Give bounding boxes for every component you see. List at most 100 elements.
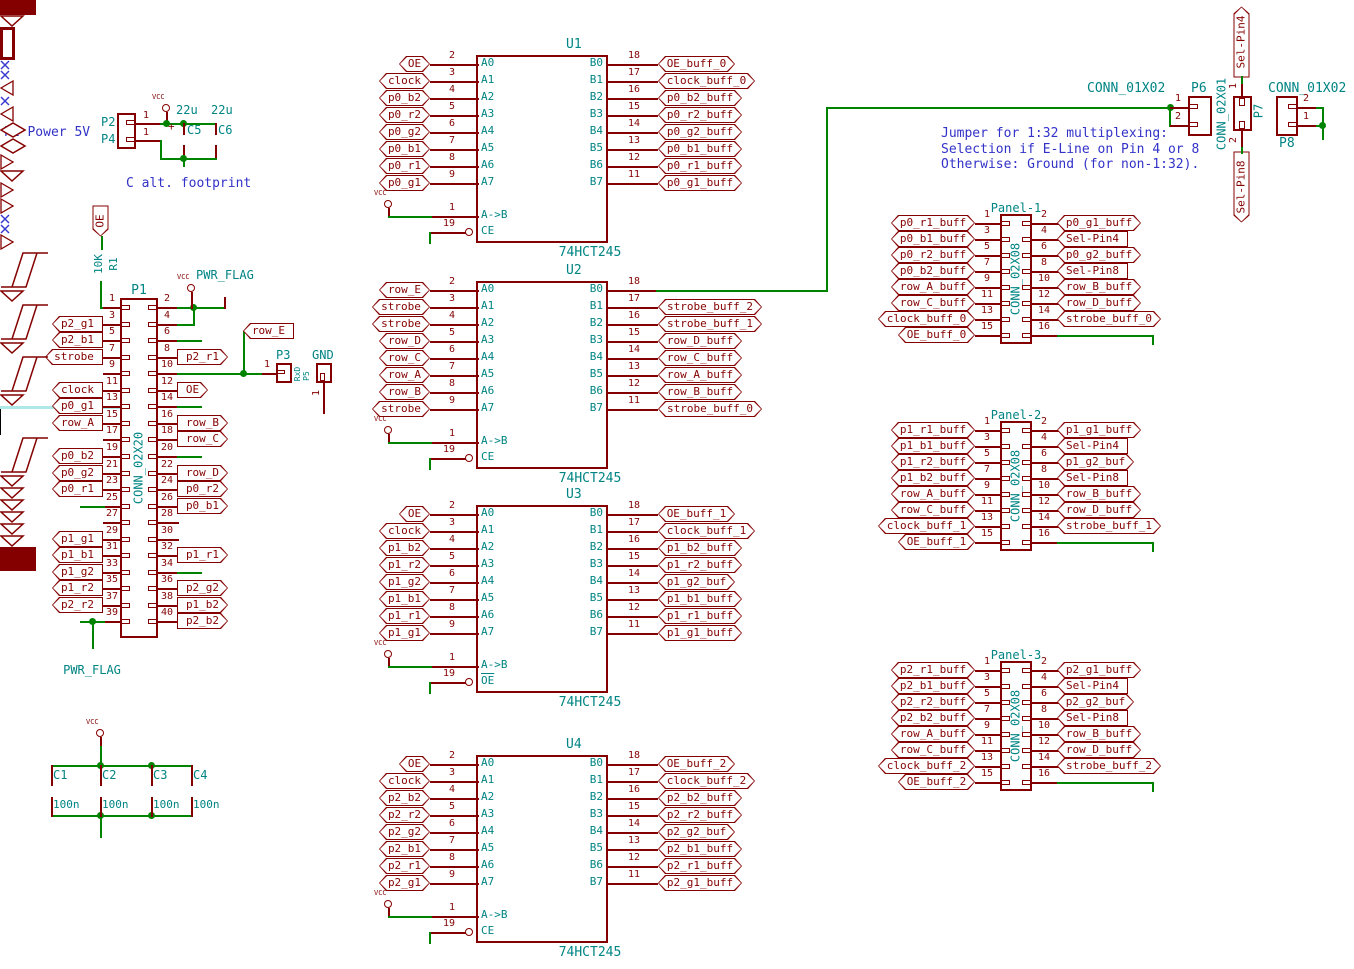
capacitor-value[interactable]: 100n (102, 799, 129, 811)
global-label[interactable]: p2_g2_buf (1057, 694, 1134, 710)
global-label[interactable]: Sel-Pin8 (1234, 152, 1250, 223)
global-label[interactable]: p0_r2_buff (891, 247, 975, 263)
global-label[interactable]: p0_b2_buff (891, 263, 975, 279)
global-label[interactable]: row_A (379, 367, 430, 383)
global-label[interactable]: strobe (372, 316, 430, 332)
connector-p8[interactable] (1276, 96, 1298, 136)
global-label[interactable]: row_D_buff (1057, 502, 1141, 518)
capacitor-value[interactable]: 22u (211, 104, 233, 117)
global-label[interactable]: p0_g2 (379, 124, 430, 140)
note-jumper-line[interactable]: Selection if E-Line on Pin 4 or 8 (941, 143, 1199, 157)
global-label[interactable]: row_D_buff (1057, 742, 1141, 758)
global-label[interactable]: Sel-Pin4 (1057, 678, 1128, 694)
global-label[interactable]: OE (399, 756, 430, 772)
resistor-r1[interactable] (0, 27, 15, 60)
global-label[interactable]: clock (52, 382, 103, 398)
global-label[interactable]: p1_b1 (52, 547, 103, 563)
global-label[interactable]: row_A_buff (658, 367, 742, 383)
global-label[interactable]: p0_g2_buff (1057, 247, 1141, 263)
global-label[interactable]: strobe_buff_1 (1057, 518, 1161, 534)
global-label[interactable]: p1_g2_buf (1057, 454, 1134, 470)
global-label[interactable]: row_B_buff (1057, 726, 1141, 742)
global-label[interactable]: p0_g1_buff (1057, 215, 1141, 231)
capacitor-value[interactable]: 100n (153, 799, 180, 811)
global-label[interactable]: clock_buff_0 (658, 73, 755, 89)
global-label[interactable]: p0_r1_buff (891, 215, 975, 231)
global-label[interactable]: Sel-Pin4 (1057, 231, 1128, 247)
global-label[interactable]: clock_buff_1 (878, 518, 975, 534)
global-label[interactable]: p0_g2 (52, 465, 103, 481)
global-label[interactable]: OE_buff_2 (658, 756, 735, 772)
capacitor-ref[interactable]: C5 (187, 124, 201, 137)
note-jumper-line[interactable]: Otherwise: Ground (for non-1:32). (941, 158, 1199, 172)
capacitor-ref[interactable]: C6 (218, 124, 232, 137)
global-label[interactable]: p2_b1_buff (658, 841, 742, 857)
global-label[interactable]: row_E (379, 282, 430, 298)
global-label[interactable]: clock (379, 773, 430, 789)
global-label[interactable]: clock (379, 523, 430, 539)
capacitor-value[interactable]: 100n (193, 799, 220, 811)
global-label[interactable]: p1_b2 (379, 540, 430, 556)
global-label[interactable]: p1_r1 (379, 608, 430, 624)
global-label[interactable]: row_C_buff (891, 742, 975, 758)
global-label[interactable]: p2_g2 (379, 824, 430, 840)
global-label[interactable]: p2_b2 (379, 790, 430, 806)
global-label[interactable]: OE_buff_0 (658, 56, 735, 72)
global-label[interactable]: p2_g2 (177, 580, 228, 596)
global-label[interactable]: p1_g1_buff (658, 625, 742, 641)
global-label[interactable]: p2_r2 (52, 597, 103, 613)
global-label[interactable]: strobe_buff_2 (658, 299, 762, 315)
global-label[interactable]: row_D (379, 333, 430, 349)
global-label[interactable]: row_A_buff (891, 726, 975, 742)
global-label[interactable]: OE (177, 382, 208, 398)
global-label[interactable]: row_C (177, 431, 228, 447)
global-label[interactable]: row_C_buff (658, 350, 742, 366)
global-label[interactable]: p2_g1_buff (1057, 662, 1141, 678)
global-label[interactable]: p0_r1 (379, 158, 430, 174)
global-label[interactable]: p2_g1 (52, 316, 103, 332)
global-label[interactable]: strobe_buff_1 (658, 316, 762, 332)
global-label[interactable]: row_A_buff (891, 279, 975, 295)
global-label[interactable]: clock (379, 73, 430, 89)
global-label[interactable]: p2_b1 (379, 841, 430, 857)
global-label[interactable]: p2_b1_buff (891, 678, 975, 694)
global-label[interactable]: Sel-Pin4 (1234, 7, 1250, 78)
capacitor-ref[interactable]: C4 (193, 769, 207, 782)
global-label[interactable]: p1_b1_buff (891, 438, 975, 454)
global-label[interactable]: p1_b2 (177, 597, 228, 613)
global-label[interactable]: p0_g2_buff (658, 124, 742, 140)
global-label[interactable]: p2_r1 (177, 349, 228, 365)
global-label[interactable]: row_B (177, 415, 228, 431)
global-label[interactable]: p1_r2_buff (658, 557, 742, 573)
global-label[interactable]: p0_b2_buff (658, 90, 742, 106)
global-label[interactable]: row_B_buff (1057, 486, 1141, 502)
global-label[interactable]: p2_b2_buff (658, 790, 742, 806)
global-label[interactable]: p1_r2 (379, 557, 430, 573)
global-label[interactable]: row_D_buff (658, 333, 742, 349)
global-label[interactable]: OE (399, 56, 430, 72)
global-label[interactable]: p1_r2 (52, 580, 103, 596)
global-label[interactable]: p0_r1 (52, 481, 103, 497)
global-label[interactable]: OE_buff_2 (898, 774, 975, 790)
global-label[interactable]: p2_r1_buff (658, 858, 742, 874)
global-label[interactable]: p0_r2_buff (658, 107, 742, 123)
global-label[interactable]: Sel-Pin8 (1057, 470, 1128, 486)
pwr-flag-label[interactable]: PWR_FLAG (196, 269, 254, 282)
global-label[interactable]: p0_b1_buff (891, 231, 975, 247)
global-label[interactable]: clock_buff_2 (658, 773, 755, 789)
global-label[interactable]: row_E (243, 323, 294, 339)
global-label[interactable]: p1_g2_buf (658, 574, 735, 590)
global-label[interactable]: p0_b1 (177, 498, 228, 514)
global-label[interactable]: row_C_buff (891, 295, 975, 311)
global-label[interactable]: clock_buff_2 (878, 758, 975, 774)
note-cap-caption[interactable]: C alt. footprint (126, 177, 251, 191)
global-label[interactable]: p2_r2_buff (891, 694, 975, 710)
capacitor-ref[interactable]: C1 (53, 769, 67, 782)
global-label[interactable]: OE (399, 506, 430, 522)
connector-p6[interactable] (1188, 96, 1212, 136)
global-label[interactable]: p2_g1_buff (658, 875, 742, 891)
global-label[interactable]: p2_b2 (177, 613, 228, 629)
global-label[interactable]: p0_r2 (177, 481, 228, 497)
global-label[interactable]: p0_r2 (379, 107, 430, 123)
global-label[interactable]: row_D (177, 465, 228, 481)
